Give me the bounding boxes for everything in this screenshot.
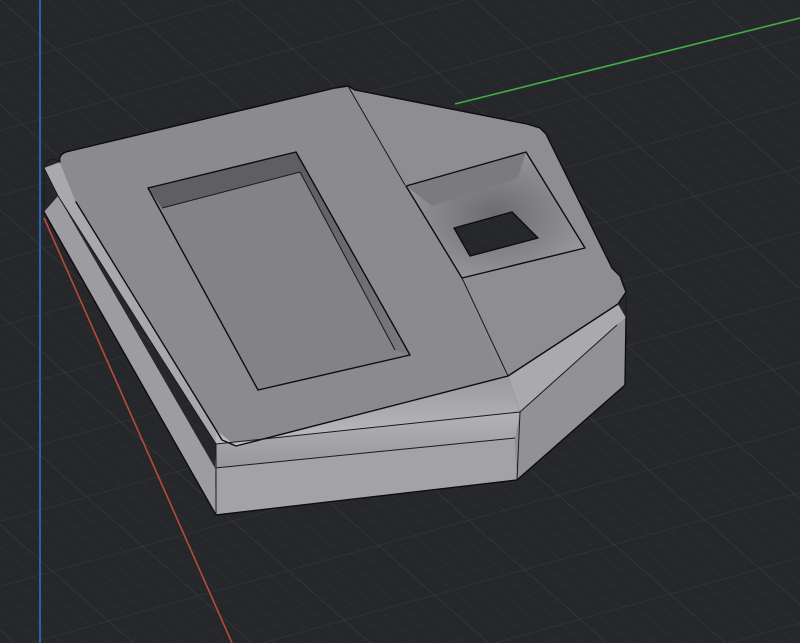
3d-viewport[interactable]	[0, 0, 800, 643]
scene-canvas[interactable]	[0, 0, 800, 643]
